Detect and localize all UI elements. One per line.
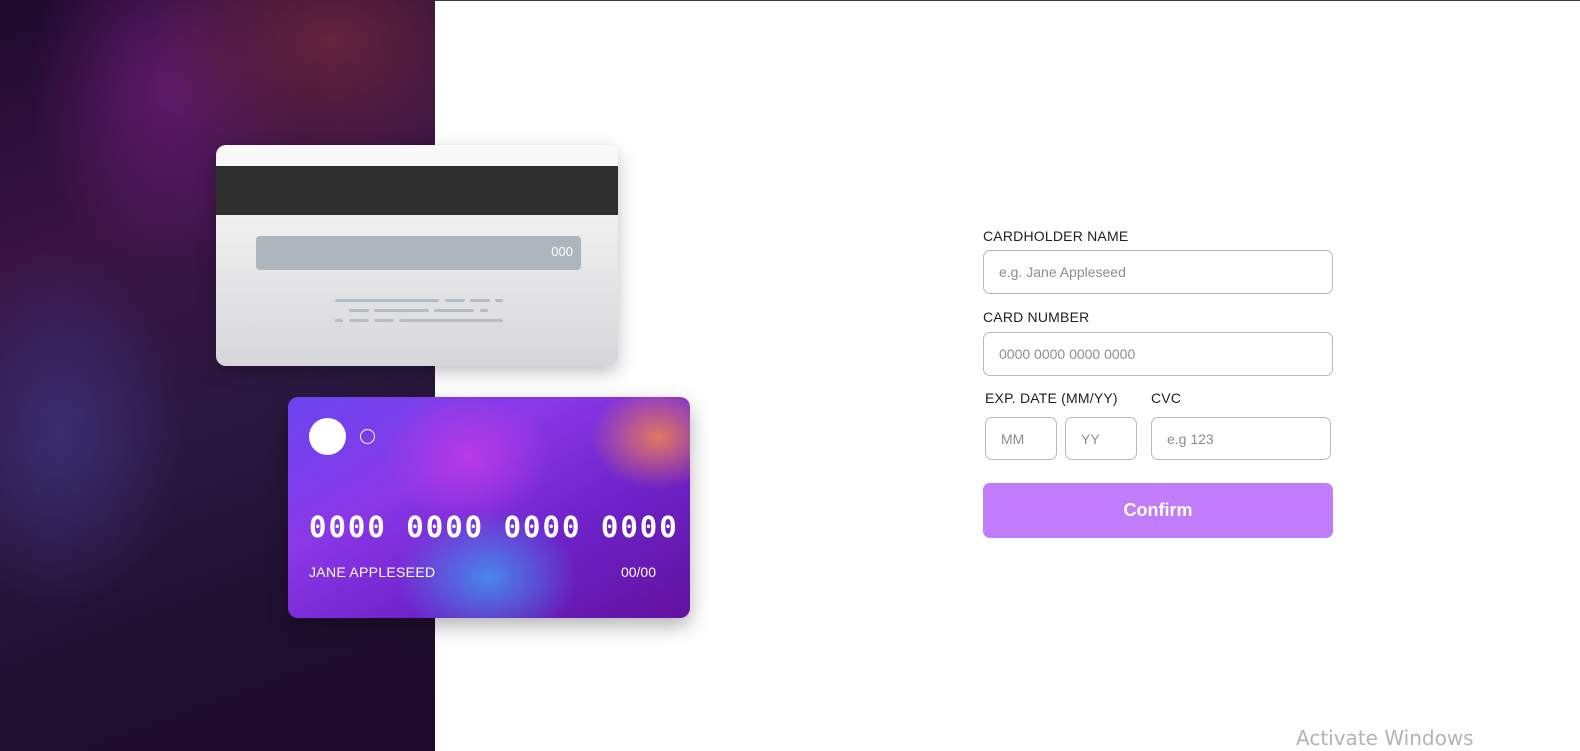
card-logo-circle-icon	[309, 418, 346, 455]
confirm-button[interactable]: Confirm	[983, 483, 1333, 538]
card-number-label: CARD NUMBER	[983, 309, 1090, 325]
card-number-input[interactable]	[983, 332, 1333, 376]
signature-strip: 000	[256, 236, 581, 270]
magnetic-stripe	[216, 166, 618, 215]
card-back-pattern	[335, 299, 505, 329]
card-front: 0000 0000 0000 0000 JANE APPLESEED 00/00	[288, 397, 690, 618]
activate-windows-watermark: Activate Windows	[1296, 726, 1474, 750]
cardholder-name-label: CARDHOLDER NAME	[983, 228, 1129, 244]
card-front-number: 0000 0000 0000 0000	[309, 510, 679, 544]
exp-year-input[interactable]	[1065, 417, 1137, 460]
background-gradient-panel	[0, 0, 435, 751]
exp-month-input[interactable]	[985, 417, 1057, 460]
card-front-expiry: 00/00	[620, 564, 656, 580]
card-logo-ring-icon	[360, 429, 375, 444]
exp-date-label: EXP. DATE (MM/YY)	[985, 390, 1118, 406]
card-back-cvc: 000	[551, 244, 573, 259]
card-front-name: JANE APPLESEED	[309, 564, 436, 580]
card-back: 000	[216, 145, 618, 366]
cvc-input[interactable]	[1151, 417, 1331, 460]
cardholder-name-input[interactable]	[983, 250, 1333, 294]
cvc-label: CVC	[1151, 390, 1182, 406]
